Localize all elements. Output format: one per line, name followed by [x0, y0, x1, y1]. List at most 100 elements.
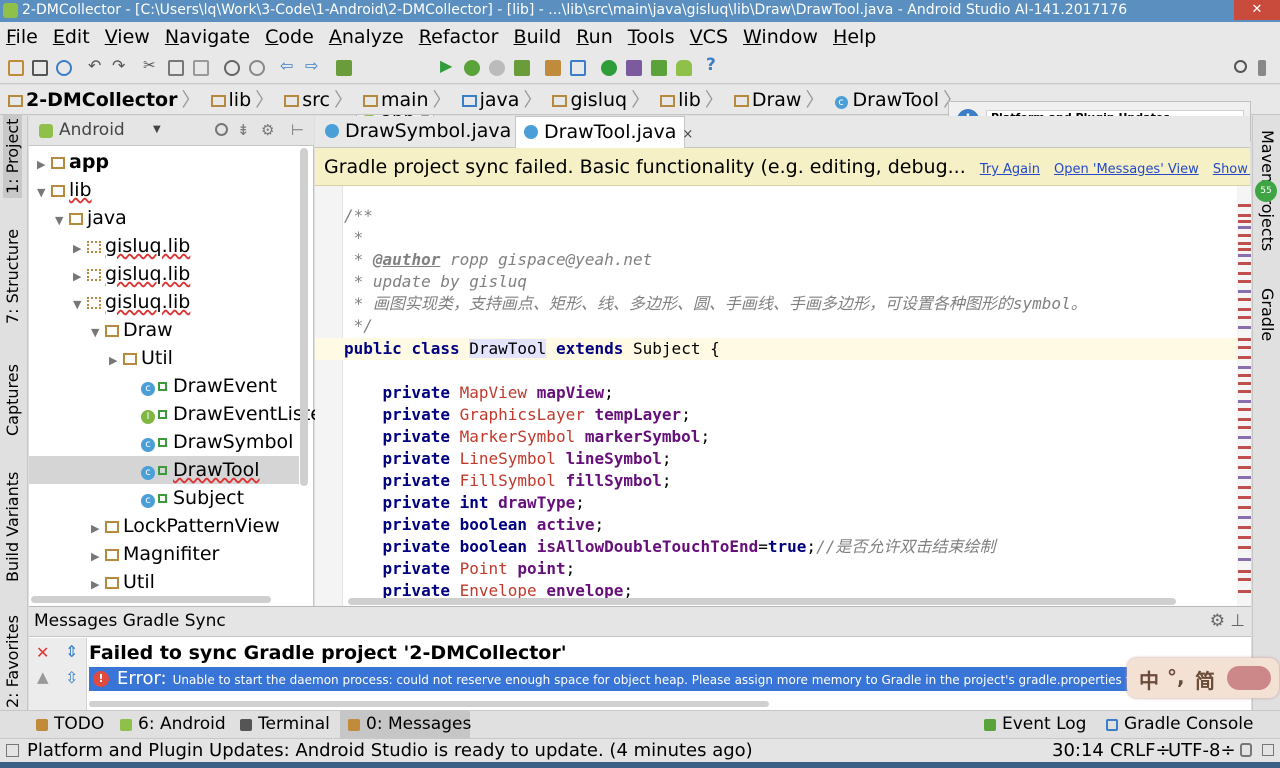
- tree-node[interactable]: ▶ LockPatternView: [29, 512, 299, 540]
- save-icon[interactable]: [32, 60, 48, 76]
- cut-icon[interactable]: ✂: [143, 56, 159, 74]
- collapsed-arrow-icon[interactable]: ▶: [91, 515, 105, 543]
- toolbar-overflow-icon[interactable]: [1258, 60, 1266, 76]
- error-marker[interactable]: [1238, 486, 1251, 489]
- close-tab-icon[interactable]: ×: [682, 127, 693, 142]
- tree-node[interactable]: c DrawEvent: [29, 372, 299, 400]
- monitor-icon[interactable]: [676, 60, 692, 76]
- copy-icon[interactable]: [168, 60, 184, 76]
- error-marker-stripe[interactable]: [1237, 186, 1251, 606]
- gradle-sync-icon[interactable]: [601, 60, 617, 76]
- status-message[interactable]: Platform and Plugin Updates: Android Stu…: [27, 739, 753, 762]
- error-marker[interactable]: [1238, 280, 1251, 283]
- tree-horizontal-scrollbar[interactable]: [31, 596, 271, 603]
- menu-code[interactable]: Code: [259, 22, 317, 52]
- editor-horizontal-scrollbar[interactable]: [348, 598, 1176, 605]
- expand-all-icon[interactable]: ⇕: [65, 642, 78, 661]
- error-marker[interactable]: [1238, 356, 1251, 359]
- tab-todo[interactable]: TODO: [34, 711, 104, 739]
- crumb-drawtool[interactable]: c DrawTool 〉: [834, 85, 962, 115]
- tree-node[interactable]: ▶ app: [29, 148, 299, 176]
- rerun-icon[interactable]: ▲: [37, 668, 49, 686]
- read-only-toggle-icon[interactable]: [1240, 743, 1252, 757]
- expanded-arrow-icon[interactable]: ▼: [73, 291, 87, 319]
- collapsed-arrow-icon[interactable]: ▶: [91, 543, 105, 571]
- menu-file[interactable]: File: [0, 22, 41, 52]
- tree-node[interactable]: c DrawSymbol: [29, 428, 299, 456]
- code-editor[interactable]: /** * * @author ropp gispace@yeah.net * …: [315, 186, 1237, 606]
- error-marker[interactable]: [1238, 242, 1251, 245]
- back-icon[interactable]: ⇦: [280, 56, 296, 75]
- error-marker[interactable]: [1238, 446, 1251, 449]
- error-marker[interactable]: [1238, 290, 1251, 293]
- paste-icon[interactable]: [193, 60, 209, 76]
- ime-simplified-mode[interactable]: 简: [1195, 665, 1215, 694]
- menu-tools[interactable]: Tools: [622, 22, 678, 52]
- menu-build[interactable]: Build: [508, 22, 565, 52]
- error-marker[interactable]: [1238, 298, 1251, 301]
- attach-icon[interactable]: [514, 60, 530, 76]
- error-marker[interactable]: [1238, 516, 1251, 519]
- tree-node[interactable]: ▼ lib: [29, 176, 299, 204]
- error-marker[interactable]: [1238, 308, 1251, 311]
- ime-toolbar[interactable]: 中 °, 简: [1127, 658, 1279, 698]
- error-marker[interactable]: [1238, 346, 1251, 349]
- sync-icon[interactable]: [56, 60, 72, 76]
- error-marker[interactable]: [1238, 204, 1251, 207]
- tab-project[interactable]: 1: Project: [3, 114, 22, 198]
- window-close-button[interactable]: ✕: [1234, 0, 1280, 20]
- gear-icon[interactable]: ⚙: [1210, 607, 1225, 636]
- forward-icon[interactable]: ⇨: [305, 56, 321, 75]
- error-marker[interactable]: [1238, 546, 1251, 549]
- caret-position[interactable]: 30:14: [1052, 739, 1104, 762]
- tree-node[interactable]: c DrawTool: [29, 456, 299, 484]
- error-marker[interactable]: [1238, 382, 1251, 385]
- tool-windows-toggle-icon[interactable]: [6, 744, 19, 757]
- crumb-java[interactable]: java 〉: [461, 85, 542, 115]
- menu-run[interactable]: Run: [570, 22, 615, 52]
- error-marker[interactable]: [1238, 418, 1251, 421]
- menu-analyze[interactable]: Analyze: [323, 22, 407, 52]
- inspection-badge[interactable]: 55: [1255, 180, 1277, 202]
- ime-chinese-mode[interactable]: 中: [1139, 665, 1159, 694]
- debug-icon[interactable]: [464, 60, 480, 76]
- tree-node[interactable]: ▼ Draw: [29, 316, 299, 344]
- tab-gradle[interactable]: Gradle: [1258, 288, 1277, 341]
- tree-node[interactable]: ▶ gisluq.lib: [29, 260, 299, 288]
- run-icon[interactable]: ▶: [440, 56, 456, 75]
- menu-refactor[interactable]: Refactor: [413, 22, 502, 52]
- messages-scrollbar[interactable]: [89, 701, 769, 707]
- tree-node[interactable]: ▼ java: [29, 204, 299, 232]
- error-marker[interactable]: [1238, 408, 1251, 411]
- find-icon[interactable]: [224, 60, 240, 76]
- collapsed-arrow-icon[interactable]: ▶: [73, 235, 87, 263]
- tab-favorites[interactable]: 2: Favorites: [3, 615, 22, 708]
- collapsed-arrow-icon[interactable]: ▶: [109, 347, 123, 375]
- collapsed-arrow-icon[interactable]: ▶: [37, 151, 51, 179]
- tree-node[interactable]: ▶ gisluq.lib: [29, 232, 299, 260]
- error-marker[interactable]: [1238, 456, 1251, 459]
- hide-panel-icon[interactable]: ⊥: [1230, 607, 1245, 636]
- ime-punctuation-mode[interactable]: °,: [1167, 665, 1185, 689]
- editor-gutter[interactable]: [315, 186, 343, 606]
- error-marker[interactable]: [1238, 536, 1251, 539]
- error-marker[interactable]: [1238, 570, 1251, 573]
- undo-icon[interactable]: ↶: [88, 56, 104, 75]
- collapsed-arrow-icon[interactable]: ▶: [91, 571, 105, 599]
- error-marker[interactable]: [1238, 254, 1251, 257]
- error-marker[interactable]: [1238, 248, 1251, 251]
- error-marker[interactable]: [1238, 400, 1251, 403]
- crumb-gisluq[interactable]: gisluq 〉: [552, 85, 650, 115]
- tree-node[interactable]: ▶ Util: [29, 344, 299, 372]
- try-again-link[interactable]: Try Again: [980, 162, 1040, 177]
- expanded-arrow-icon[interactable]: ▼: [37, 179, 51, 207]
- collapse-all-icon[interactable]: ⇟: [237, 116, 250, 144]
- error-marker[interactable]: [1238, 272, 1251, 275]
- menu-vcs[interactable]: VCS: [684, 22, 731, 52]
- collapse-all-icon[interactable]: ⇳: [65, 668, 78, 687]
- sdk-icon[interactable]: [651, 60, 667, 76]
- error-marker[interactable]: [1238, 436, 1251, 439]
- crumb-lib[interactable]: lib 〉: [210, 85, 274, 115]
- tree-node[interactable]: ▶ Magnifiter: [29, 540, 299, 568]
- error-marker[interactable]: [1238, 234, 1251, 237]
